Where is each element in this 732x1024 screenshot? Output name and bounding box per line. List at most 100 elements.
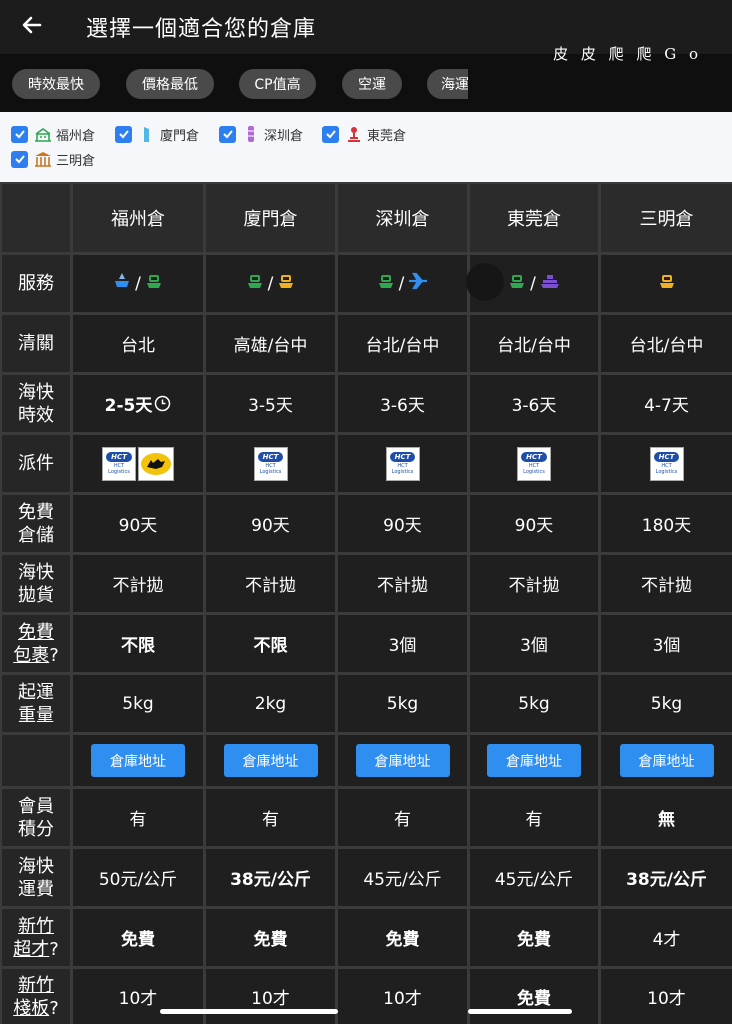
- address-cell: 倉庫地址: [206, 735, 335, 786]
- customs-cell: 台北/台中: [601, 315, 732, 372]
- hct-logo: HCT HCT Logistics: [102, 446, 136, 481]
- free-parcels-cell: 不限: [73, 615, 203, 672]
- separator: /: [398, 273, 405, 294]
- free-parcels-cell: 3個: [601, 615, 732, 672]
- delivery-cell: HCT HCT Logistics: [206, 435, 335, 492]
- fuzhou-landmark-icon: [34, 125, 52, 143]
- warehouse-label: 三明倉: [56, 153, 96, 169]
- page-title: 選擇一個適合您的倉庫: [86, 17, 317, 42]
- help-mark[interactable]: ?: [49, 645, 59, 666]
- row-label-free-parcels[interactable]: 免費 包裹?: [2, 615, 70, 672]
- bulky-cell: 不計拋: [470, 555, 598, 612]
- back-button[interactable]: [0, 0, 64, 54]
- oversize-cell: 4才: [601, 909, 732, 966]
- comparison-table: 福州倉 廈門倉 深圳倉 東莞倉 三明倉 服務 / / / / 清關 台北 高雄/…: [0, 182, 732, 1024]
- warehouse-check-shenzhen[interactable]: 深圳倉: [219, 123, 303, 145]
- hct-logo-text: HCT: [389, 452, 416, 462]
- free-parcels-cell: 3個: [338, 615, 467, 672]
- sea-fee-cell: 45元/公斤: [338, 849, 467, 906]
- label-line: 拋貨: [18, 584, 54, 606]
- points-cell: 有: [206, 789, 335, 846]
- oversize-cell: 免費: [73, 909, 203, 966]
- row-label-pallet[interactable]: 新竹 棧板?: [2, 969, 70, 1024]
- oversize-cell: 免費: [338, 909, 467, 966]
- help-mark[interactable]: ?: [49, 998, 59, 1019]
- label-line: 海快: [18, 855, 54, 877]
- warehouse-check-sanming[interactable]: 三明倉: [11, 148, 95, 170]
- label-line: 超才: [13, 938, 50, 960]
- warehouse-address-button[interactable]: 倉庫地址: [619, 744, 714, 777]
- hct-logo-text: HCT: [106, 452, 132, 462]
- label-line: 棧板: [13, 997, 50, 1019]
- row-label-oversize[interactable]: 新竹 超才?: [2, 909, 70, 966]
- column-header: 福州倉: [73, 184, 203, 252]
- label-line: 時效: [18, 404, 54, 426]
- row-label-sea-time: 海快 時效: [2, 375, 70, 432]
- points-cell: 有: [73, 789, 203, 846]
- checkbox-checked-icon[interactable]: [219, 125, 236, 143]
- checkbox-checked-icon[interactable]: [11, 125, 28, 143]
- filter-scroller[interactable]: 時效最快 價格最低 CP值高 空運 海運: [0, 54, 468, 112]
- customs-cell: 高雄/台中: [206, 315, 335, 372]
- hct-logo-text: HCT: [653, 452, 680, 462]
- customs-cell: 台北: [73, 315, 203, 372]
- bulky-cell: 不計拋: [601, 555, 732, 612]
- min-weight-cell: 5kg: [601, 675, 732, 732]
- points-cell: 無: [601, 789, 732, 846]
- filter-chip-cp[interactable]: CP值高: [239, 69, 316, 99]
- points-cell: 有: [470, 789, 598, 846]
- checkbox-checked-icon[interactable]: [115, 125, 132, 143]
- ship-icon: [377, 272, 395, 295]
- pallet-cell: 10才: [338, 969, 467, 1024]
- label-line: 海快: [18, 561, 54, 583]
- delivery-cell: HCT HCT Logistics: [338, 435, 467, 492]
- filter-chip-cheapest[interactable]: 價格最低: [126, 69, 214, 99]
- free-storage-cell: 90天: [338, 495, 467, 552]
- xiamen-tower-icon: [138, 125, 156, 143]
- min-weight-cell: 2kg: [206, 675, 335, 732]
- warehouse-check-xiamen[interactable]: 廈門倉: [115, 123, 199, 145]
- hct-logo: HCT HCT Logistics: [253, 446, 288, 481]
- separator: /: [530, 273, 536, 294]
- warehouse-address-button[interactable]: 倉庫地址: [487, 744, 581, 777]
- black-cat-logo: [138, 446, 174, 481]
- hct-logo-sub: HCT Logistics: [259, 463, 282, 475]
- label-line: 倉儲: [18, 524, 54, 546]
- label-line: 新竹: [18, 915, 54, 937]
- label-line: 海快: [18, 381, 54, 403]
- sea-time-cell: 4-7天: [601, 375, 732, 432]
- delivery-cell: HCT HCT Logistics: [73, 435, 203, 492]
- filter-chip-air[interactable]: 空運: [342, 69, 402, 99]
- bulky-cell: 不計拋: [73, 555, 203, 612]
- dongguan-monument-icon: [345, 125, 363, 143]
- warehouse-address-button[interactable]: 倉庫地址: [355, 744, 450, 777]
- clock-icon[interactable]: [154, 395, 171, 412]
- filter-chip-fastest[interactable]: 時效最快: [12, 69, 100, 99]
- min-weight-cell: 5kg: [338, 675, 467, 732]
- help-mark[interactable]: ?: [49, 939, 59, 960]
- warehouse-check-fuzhou[interactable]: 福州倉: [11, 123, 95, 145]
- label-line: 起運: [18, 681, 54, 703]
- delivery-cell: HCT HCT Logistics: [470, 435, 598, 492]
- separator: /: [135, 273, 141, 294]
- sea-time-cell: 3-6天: [470, 375, 598, 432]
- separator: /: [267, 273, 274, 294]
- customs-cell: 台北/台中: [338, 315, 467, 372]
- customs-cell: 台北/台中: [470, 315, 598, 372]
- warehouse-address-button[interactable]: 倉庫地址: [91, 744, 185, 777]
- checkbox-checked-icon[interactable]: [11, 150, 28, 168]
- warehouse-check-dongguan[interactable]: 東莞倉: [322, 123, 406, 145]
- scroll-indicator: [160, 1009, 338, 1014]
- ship-icon-yellow: [277, 272, 295, 295]
- checkbox-checked-icon[interactable]: [322, 125, 339, 143]
- shenzhen-tower-icon: [242, 125, 260, 143]
- sea-fee-cell: 38元/公斤: [206, 849, 335, 906]
- hct-logo: HCT HCT Logistics: [385, 446, 420, 481]
- filter-chip-sea[interactable]: 海運: [427, 69, 468, 99]
- ship-icon: [145, 272, 163, 295]
- free-storage-cell: 90天: [470, 495, 598, 552]
- warehouse-address-button[interactable]: 倉庫地址: [223, 744, 318, 777]
- service-cell: [601, 255, 732, 312]
- warehouse-filter: 福州倉 廈門倉 深圳倉 東莞倉 三明倉: [0, 112, 732, 182]
- row-label-delivery: 派件: [2, 435, 70, 492]
